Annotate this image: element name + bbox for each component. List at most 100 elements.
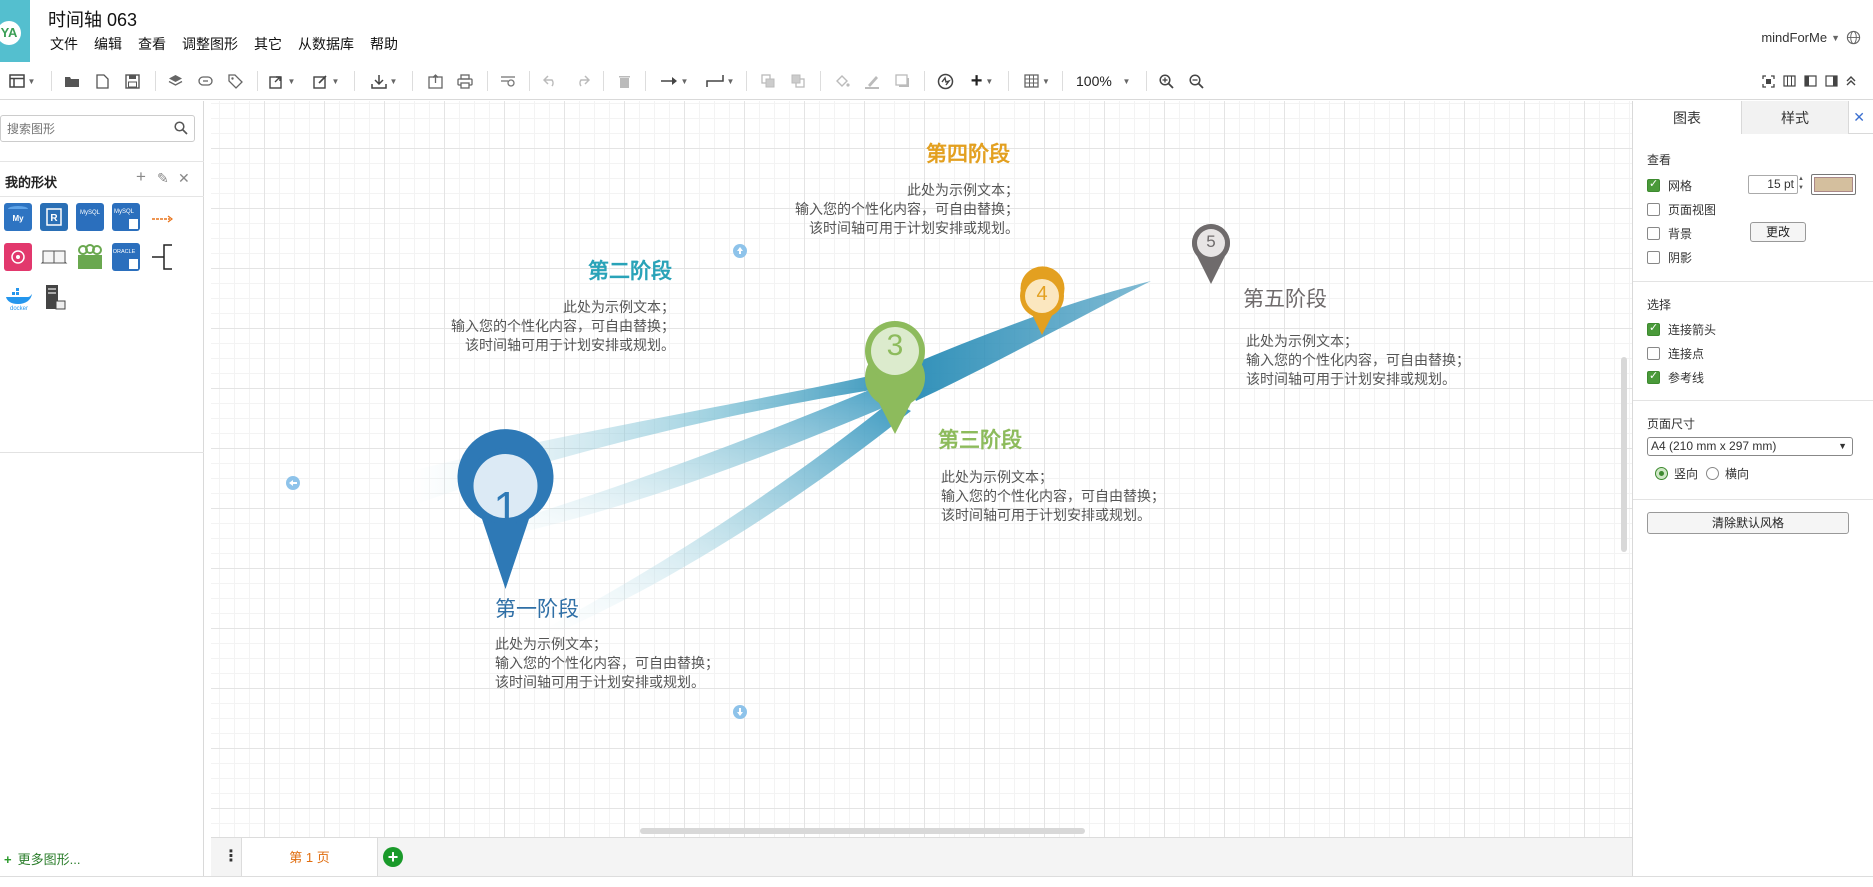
toggle-right-panel-icon[interactable] bbox=[1822, 70, 1840, 92]
grid-size-stepper[interactable]: ▲ ▼ bbox=[1798, 175, 1809, 194]
phase-4-title[interactable]: 第四阶段 bbox=[926, 138, 1010, 168]
find-replace-icon[interactable] bbox=[498, 70, 518, 92]
save-icon[interactable] bbox=[122, 70, 142, 92]
oracle-database-shape[interactable]: ORACLE bbox=[112, 243, 140, 271]
table-icon[interactable]: ▼ bbox=[1020, 70, 1054, 92]
menu-help[interactable]: 帮助 bbox=[362, 34, 406, 54]
phase-5-description[interactable]: 此处为示例文本； 输入您的个性化内容，可自由替换； 该时间轴可用于计划安排或规划… bbox=[1246, 332, 1470, 389]
phase-1-title[interactable]: 第一阶段 bbox=[495, 593, 579, 623]
layout-split-icon[interactable] bbox=[1780, 70, 1798, 92]
tag-icon[interactable] bbox=[225, 70, 245, 92]
mysql-database-shape[interactable]: My bbox=[4, 203, 32, 231]
user-avatar[interactable]: YA bbox=[0, 0, 30, 62]
shape-search-input[interactable] bbox=[1, 116, 166, 141]
more-shapes-link[interactable]: + 更多图形... bbox=[4, 849, 80, 868]
fill-color-icon[interactable] bbox=[832, 70, 852, 92]
export-icon[interactable] bbox=[425, 70, 445, 92]
green-cluster-shape[interactable] bbox=[76, 243, 104, 271]
delete-icon[interactable] bbox=[614, 70, 634, 92]
grid-color-swatch[interactable] bbox=[1811, 174, 1856, 195]
edit-shape-icon[interactable]: ▼ bbox=[310, 70, 342, 92]
phase-3-title[interactable]: 第三阶段 bbox=[938, 424, 1022, 454]
pages-menu-icon[interactable]: ⋮ bbox=[223, 846, 239, 866]
menu-edit[interactable]: 编辑 bbox=[86, 34, 130, 54]
svg-text:ORACLE: ORACLE bbox=[113, 249, 136, 255]
guides-checkbox[interactable]: 参考线 bbox=[1647, 369, 1704, 386]
orange-connector-shape[interactable] bbox=[148, 203, 176, 231]
edit-pencil-icon[interactable]: ✎ bbox=[157, 170, 169, 187]
diagram-canvas[interactable]: 1 3 4 5 第一阶段 此处为示例文本； 输入您的个性化内容，可自由替换； 该… bbox=[211, 101, 1632, 837]
collapse-toolbar-icon[interactable] bbox=[1842, 70, 1860, 92]
insert-plus-icon[interactable]: + ▼ bbox=[964, 70, 1000, 92]
book-shape[interactable] bbox=[40, 243, 68, 271]
grid-checkbox[interactable]: 网格 bbox=[1647, 177, 1692, 194]
to-back-icon[interactable] bbox=[788, 70, 808, 92]
server-shape[interactable] bbox=[40, 283, 68, 311]
phase-5-title[interactable]: 第五阶段 bbox=[1243, 283, 1327, 313]
close-icon[interactable]: ✕ bbox=[178, 170, 190, 187]
connection-points-checkbox[interactable]: 连接点 bbox=[1647, 345, 1704, 362]
portrait-radio[interactable]: 竖向 bbox=[1655, 465, 1698, 482]
horizontal-scrollbar[interactable] bbox=[640, 828, 1085, 834]
menu-arrange[interactable]: 调整图形 bbox=[174, 34, 246, 54]
shadow-icon[interactable] bbox=[892, 70, 912, 92]
tab-diagram[interactable]: 图表 bbox=[1633, 101, 1741, 134]
page-size-select[interactable]: A4 (210 mm x 297 mm) ▼ bbox=[1647, 437, 1853, 456]
connection-style-icon[interactable]: ▼ bbox=[656, 70, 692, 92]
plugin-icon[interactable] bbox=[934, 70, 956, 92]
zoom-dropdown-icon[interactable]: ▼ bbox=[1118, 70, 1132, 92]
format-panel-toggle-icon[interactable]: ▼ bbox=[6, 70, 38, 92]
background-checkbox[interactable]: 背景 bbox=[1647, 225, 1692, 242]
phase-1-description[interactable]: 此处为示例文本； 输入您的个性化内容，可自由替换； 该时间轴可用于计划安排或规划… bbox=[495, 635, 719, 692]
phase-2-description[interactable]: 此处为示例文本； 输入您的个性化内容，可自由替换； 该时间轴可用于计划安排或规划… bbox=[421, 298, 675, 355]
shadow-checkbox[interactable]: 阴影 bbox=[1647, 249, 1692, 266]
menu-extras[interactable]: 其它 bbox=[246, 34, 290, 54]
globe-icon[interactable] bbox=[1846, 30, 1861, 45]
close-icon[interactable]: ✕ bbox=[1853, 109, 1865, 126]
mysql-managed-shape[interactable]: MySQL bbox=[112, 203, 140, 231]
menu-from-database[interactable]: 从数据库 bbox=[290, 34, 362, 54]
print-icon[interactable] bbox=[455, 70, 475, 92]
new-file-icon[interactable] bbox=[92, 70, 112, 92]
tab-style[interactable]: 样式 bbox=[1741, 101, 1849, 134]
change-background-button[interactable]: 更改 bbox=[1750, 222, 1806, 242]
pink-network-shape[interactable] bbox=[4, 243, 32, 271]
layers-icon[interactable] bbox=[165, 70, 185, 92]
link-icon[interactable] bbox=[195, 70, 215, 92]
add-shape-icon[interactable]: + bbox=[136, 167, 146, 187]
phase-4-description[interactable]: 此处为示例文本； 输入您的个性化内容，可自由替换； 该时间轴可用于计划安排或规划… bbox=[765, 181, 1019, 238]
redo-icon[interactable] bbox=[572, 70, 592, 92]
connection-arrows-checkbox[interactable]: 连接箭头 bbox=[1647, 321, 1716, 338]
import-icon[interactable]: ▼ bbox=[368, 70, 400, 92]
fullscreen-icon[interactable] bbox=[1759, 70, 1777, 92]
zoom-out-icon[interactable] bbox=[1186, 70, 1206, 92]
rds-instance-shape[interactable]: R bbox=[40, 203, 68, 231]
phase-3-description[interactable]: 此处为示例文本； 输入您的个性化内容，可自由替换； 该时间轴可用于计划安排或规划… bbox=[941, 468, 1165, 525]
menu-file[interactable]: 文件 bbox=[42, 34, 86, 54]
search-icon[interactable] bbox=[174, 121, 188, 135]
my-shapes-header[interactable]: 我的形状 + ✎ ✕ bbox=[0, 161, 204, 197]
page-tab-1[interactable]: 第 1 页 bbox=[241, 838, 378, 877]
add-page-button[interactable]: + bbox=[383, 847, 403, 867]
docker-shape[interactable]: docker bbox=[4, 283, 32, 312]
open-folder-icon[interactable] bbox=[62, 70, 82, 92]
insert-shape-icon[interactable]: ▼ bbox=[266, 70, 298, 92]
page-view-checkbox[interactable]: 页面视图 bbox=[1647, 201, 1716, 218]
clear-default-style-button[interactable]: 清除默认风格 bbox=[1647, 512, 1849, 534]
document-title[interactable]: 时间轴 063 bbox=[48, 6, 137, 32]
user-menu[interactable]: mindForMe ▼ bbox=[1761, 30, 1861, 45]
zoom-in-icon[interactable] bbox=[1156, 70, 1176, 92]
grid-size-input[interactable]: 15 pt bbox=[1748, 175, 1798, 194]
toggle-left-panel-icon[interactable] bbox=[1801, 70, 1819, 92]
zoom-level[interactable]: 100% bbox=[1076, 73, 1112, 89]
phase-2-title[interactable]: 第二阶段 bbox=[588, 255, 672, 285]
menu-view[interactable]: 查看 bbox=[130, 34, 174, 54]
bracket-shape[interactable] bbox=[148, 243, 176, 271]
vertical-scrollbar[interactable] bbox=[1621, 357, 1627, 552]
landscape-radio[interactable]: 横向 bbox=[1706, 465, 1749, 482]
undo-icon[interactable] bbox=[540, 70, 560, 92]
waypoint-style-icon[interactable]: ▼ bbox=[702, 70, 738, 92]
to-front-icon[interactable] bbox=[758, 70, 778, 92]
line-color-icon[interactable] bbox=[862, 70, 882, 92]
mysql-cloud-shape[interactable]: MySQL bbox=[76, 203, 104, 231]
